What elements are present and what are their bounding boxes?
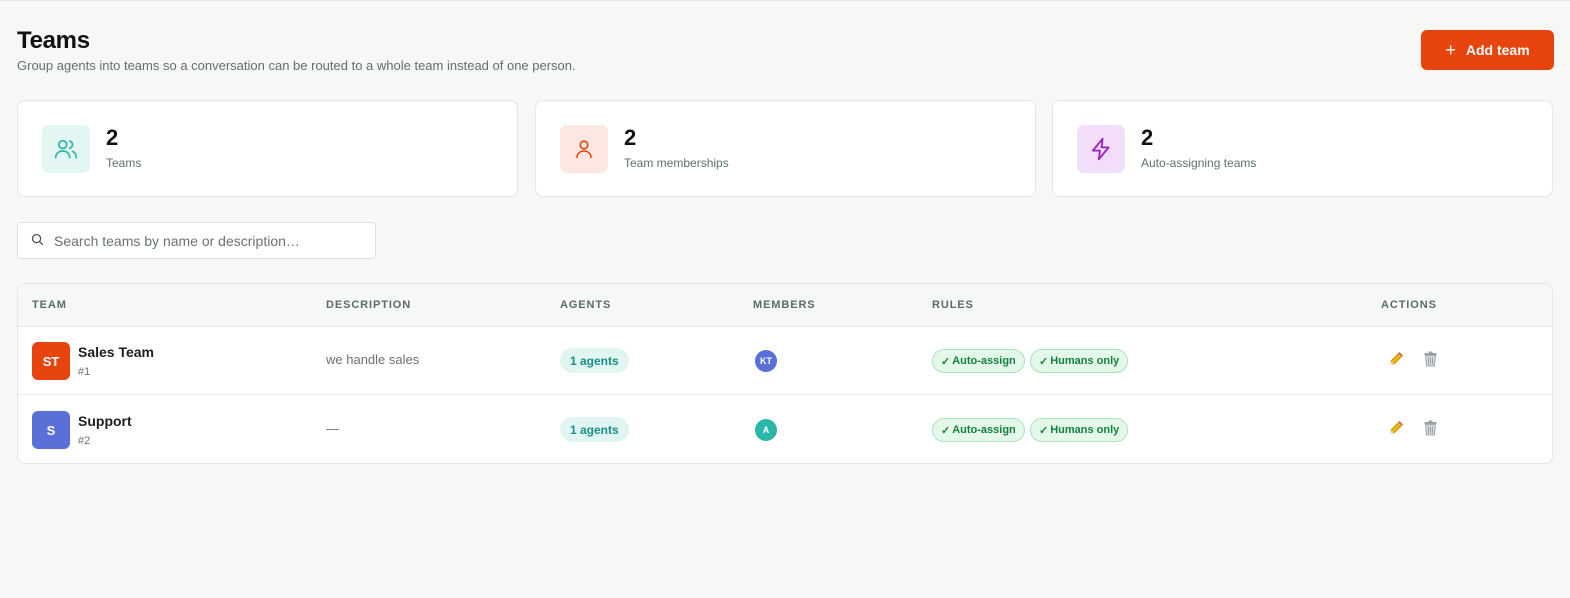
stat-label: Teams bbox=[106, 156, 142, 170]
check-icon: ✓ bbox=[1039, 355, 1049, 368]
column-header-rules: RULES bbox=[932, 299, 974, 311]
table-header: TEAM DESCRIPTION AGENTS MEMBERS RULES AC… bbox=[18, 284, 1552, 327]
search-icon bbox=[31, 233, 44, 246]
rule-badge-auto-assign: ✓ Auto-assign bbox=[932, 349, 1025, 373]
rule-label: Humans only bbox=[1050, 355, 1120, 367]
check-icon: ✓ bbox=[1039, 424, 1049, 437]
teams-page: Teams Group agents into teams so a conve… bbox=[0, 0, 1570, 598]
column-header-members: MEMBERS bbox=[753, 299, 816, 311]
edit-button[interactable] bbox=[1388, 420, 1404, 436]
column-header-actions: ACTIONS bbox=[1381, 299, 1437, 311]
check-icon: ✓ bbox=[941, 355, 951, 368]
rule-label: Auto-assign bbox=[952, 355, 1016, 367]
rule-label: Auto-assign bbox=[952, 424, 1016, 436]
stat-label: Team memberships bbox=[624, 156, 729, 170]
check-icon: ✓ bbox=[941, 424, 951, 437]
table-row[interactable]: S Support #2 — 1 agents A ✓ Auto-assign … bbox=[18, 396, 1552, 463]
team-avatar: S bbox=[32, 411, 70, 449]
table-row[interactable]: ST Sales Team #1 we handle sales 1 agent… bbox=[18, 327, 1552, 395]
stat-value: 2 bbox=[106, 125, 119, 150]
page-subtitle: Group agents into teams so a conversatio… bbox=[17, 58, 576, 73]
member-avatar: KT bbox=[755, 350, 777, 372]
stat-value: 2 bbox=[624, 125, 637, 150]
team-description: we handle sales bbox=[326, 352, 420, 367]
stat-card-teams: 2 Teams bbox=[17, 100, 518, 197]
rule-label: Humans only bbox=[1050, 424, 1120, 436]
stat-card-memberships: 2 Team memberships bbox=[535, 100, 1036, 197]
column-header-team: TEAM bbox=[32, 299, 67, 311]
member-avatar: A bbox=[755, 419, 777, 441]
search-box bbox=[17, 222, 376, 259]
team-name[interactable]: Support bbox=[78, 413, 132, 429]
team-name[interactable]: Sales Team bbox=[78, 344, 154, 360]
plus-icon: + bbox=[1445, 40, 1456, 60]
column-header-agents: AGENTS bbox=[560, 299, 612, 311]
stat-label: Auto-assigning teams bbox=[1141, 156, 1257, 170]
rule-badge-humans-only: ✓ Humans only bbox=[1030, 418, 1129, 442]
pencil-icon bbox=[1390, 420, 1404, 434]
rule-badge-humans-only: ✓ Humans only bbox=[1030, 349, 1129, 373]
bolt-icon bbox=[1077, 125, 1125, 173]
team-id: #1 bbox=[78, 366, 91, 378]
search-input[interactable] bbox=[18, 223, 375, 258]
column-header-description: DESCRIPTION bbox=[326, 299, 412, 311]
add-team-button[interactable]: + Add team bbox=[1421, 30, 1554, 70]
rule-badge-auto-assign: ✓ Auto-assign bbox=[932, 418, 1025, 442]
teams-table: TEAM DESCRIPTION AGENTS MEMBERS RULES AC… bbox=[17, 283, 1553, 464]
user-icon bbox=[560, 125, 608, 173]
stat-value: 2 bbox=[1141, 125, 1154, 150]
users-icon bbox=[42, 125, 90, 173]
trash-icon bbox=[1424, 351, 1437, 367]
page-header: Teams Group agents into teams so a conve… bbox=[17, 27, 576, 73]
stat-card-auto-assigning: 2 Auto-assigning teams bbox=[1052, 100, 1553, 197]
page-title: Teams bbox=[17, 27, 90, 54]
pencil-icon bbox=[1390, 351, 1404, 365]
add-team-button-label: Add team bbox=[1465, 42, 1530, 58]
edit-button[interactable] bbox=[1388, 351, 1404, 367]
trash-icon bbox=[1424, 420, 1437, 436]
team-description: — bbox=[326, 421, 339, 436]
agents-count-badge: 1 agents bbox=[560, 417, 629, 442]
agents-count-badge: 1 agents bbox=[560, 348, 629, 373]
team-avatar: ST bbox=[32, 342, 70, 380]
delete-button[interactable] bbox=[1423, 420, 1438, 436]
team-id: #2 bbox=[78, 435, 91, 447]
delete-button[interactable] bbox=[1423, 351, 1438, 367]
